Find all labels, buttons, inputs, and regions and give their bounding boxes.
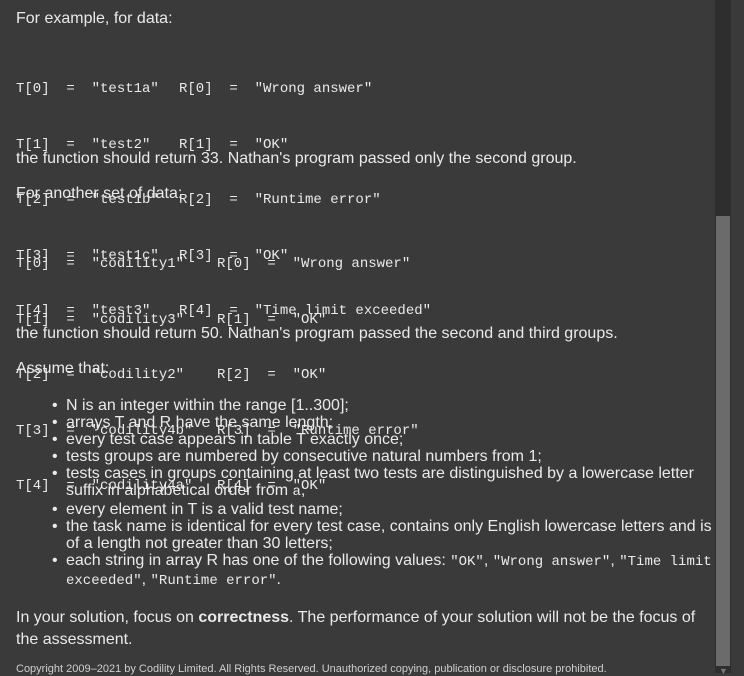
list-item: each string in array R has one of the fo… [52, 552, 716, 590]
separator: , [141, 571, 151, 588]
example2-intro: For another set of data: [16, 185, 183, 202]
list-item: every test case appears in table T exact… [52, 431, 716, 448]
example1-r0: R[0] = "Wrong answer" [179, 81, 373, 97]
separator: , [483, 552, 493, 569]
inline-code: a [292, 484, 301, 500]
list-item: tests cases in groups containing at leas… [52, 465, 716, 501]
inline-code: "OK" [450, 554, 484, 570]
assumption-text: tests cases in groups containing at leas… [66, 465, 694, 499]
assumption-text: N is an integer within the range [1..300… [66, 397, 349, 414]
example1-result: the function should return 33. Nathan's … [16, 150, 577, 167]
scroll-down-icon[interactable]: ▼ [719, 666, 728, 676]
copyright-footer: Copyright 2009–2021 by Codility Limited.… [16, 663, 607, 675]
assumption-text: each string in array R has one of the fo… [66, 552, 451, 569]
assumptions-list: N is an integer within the range [1..300… [16, 397, 716, 590]
example2-r0: R[0] = "Wrong answer" [217, 256, 411, 272]
list-item: the task name is identical for every tes… [52, 518, 716, 552]
list-item: tests groups are numbered by consecutive… [52, 448, 716, 465]
right-edge [731, 0, 744, 673]
assumption-text: ; [300, 482, 306, 499]
example2-r2: R[2] = "OK" [217, 367, 327, 383]
example1-r2: R[2] = "Runtime error" [179, 192, 381, 208]
assumption-text: tests groups are numbered by consecutive… [66, 448, 542, 465]
separator: , [610, 552, 620, 569]
focus-emphasis: correctness [198, 609, 290, 626]
assumption-text: the task name is identical for every tes… [66, 518, 712, 552]
assumption-text: every test case appears in table T exact… [66, 431, 404, 448]
scrollbar-thumb[interactable] [716, 216, 730, 666]
example2-result: the function should return 50. Nathan's … [16, 325, 618, 342]
inline-code: "Runtime error" [150, 573, 277, 589]
assumption-text: . [276, 571, 281, 588]
list-item: arrays T and R have the same length; [52, 414, 716, 431]
list-item: every element in T is a valid test name; [52, 501, 716, 518]
assumption-text: arrays T and R have the same length; [66, 414, 334, 431]
example1-t0: T[0] = "test1a" [16, 81, 159, 97]
focus-text: In your solution, focus on [16, 609, 199, 626]
assume-heading: Assume that: [16, 360, 110, 377]
focus-note: In your solution, focus on correctness. … [16, 607, 706, 651]
inline-code: "Wrong answer" [492, 554, 611, 570]
example1-intro: For example, for data: [16, 10, 173, 27]
list-item: N is an integer within the range [1..300… [52, 397, 716, 414]
assumption-text: every element in T is a valid test name; [66, 501, 343, 518]
example2-t0: T[0] = "codility1" [16, 256, 185, 272]
